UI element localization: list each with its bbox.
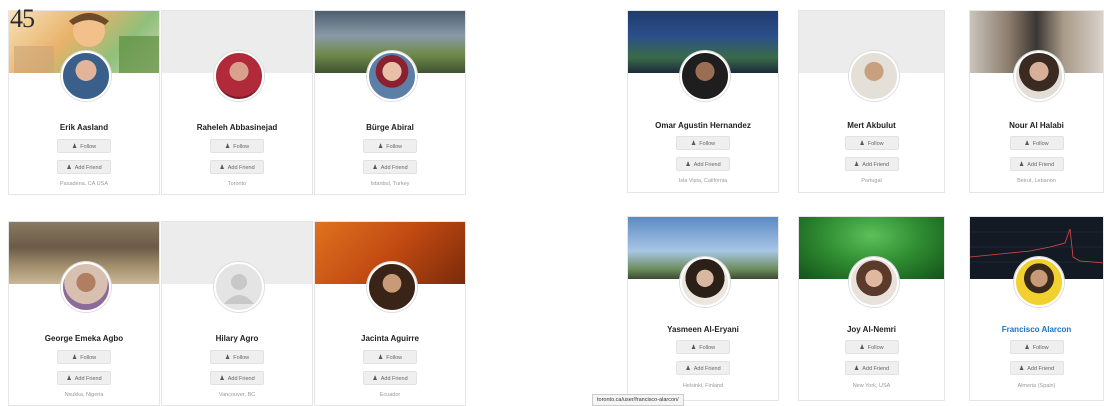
- add-friend-button[interactable]: ♟ Add Friend: [57, 371, 111, 385]
- add-friend-button[interactable]: ♟ Add Friend: [363, 371, 417, 385]
- member-location: Toronto: [227, 181, 247, 187]
- member-card: Erik Aasland ♟ Follow ♟ Add Friend Pasaden…: [8, 10, 160, 195]
- member-name[interactable]: Jacinta Aguirre: [315, 334, 465, 343]
- add-friend-button[interactable]: ♟ Add Friend: [57, 160, 111, 174]
- avatar[interactable]: [367, 51, 417, 101]
- avatar[interactable]: [61, 51, 111, 101]
- member-location: Vancouver, BC: [218, 392, 256, 398]
- user-icon: ♟: [219, 165, 225, 171]
- follow-button[interactable]: ♟ Follow: [844, 340, 899, 354]
- user-icon: ♟: [1024, 345, 1030, 351]
- follow-button[interactable]: ♟ Follow: [1009, 136, 1064, 150]
- member-location: Almeria (Spain): [1017, 383, 1056, 389]
- add-friend-button[interactable]: ♟ Add Friend: [210, 371, 264, 385]
- member-name[interactable]: Nour Al Halabi: [970, 121, 1103, 130]
- member-card: Nour Al Halabi ♟ Follow ♟ Add Friend Beiru…: [969, 10, 1104, 193]
- member-location: Beirut, Lebanon: [1017, 178, 1056, 184]
- member-name[interactable]: Bürge Abiral: [315, 123, 465, 132]
- member-name[interactable]: Mert Akbulut: [799, 121, 944, 130]
- member-location: Portugal: [861, 178, 882, 184]
- user-icon: ♟: [377, 355, 384, 361]
- user-icon: ♟: [224, 144, 231, 150]
- follow-button[interactable]: ♟ Follow: [676, 340, 730, 354]
- add-friend-button[interactable]: ♟ Add Friend: [1009, 361, 1064, 375]
- user-icon: ♟: [853, 162, 860, 168]
- avatar[interactable]: [680, 257, 730, 307]
- user-icon: ♟: [690, 345, 697, 351]
- avatar[interactable]: [848, 257, 899, 307]
- member-card: Mert Akbulut ♟ Follow ♟ Add Friend Portuga…: [798, 10, 945, 193]
- follow-button[interactable]: ♟ Follow: [363, 139, 417, 153]
- user-icon: ♟: [1024, 141, 1030, 147]
- member-card: Hilary Agro ♟ Follow ♟ Add Friend Vancouve…: [161, 221, 313, 406]
- add-friend-button[interactable]: ♟ Add Friend: [844, 361, 899, 375]
- avatar[interactable]: [367, 262, 417, 312]
- member-card: Omar Agustin Hernandez ♟ Follow ♟ Add Frie…: [627, 10, 779, 193]
- default-avatar-icon[interactable]: [214, 262, 264, 312]
- avatar[interactable]: [214, 51, 264, 101]
- member-location: Ecuador: [379, 392, 401, 398]
- member-card: Bürge Abiral ♟ Follow ♟ Add Friend Istanbu…: [314, 10, 466, 195]
- member-name[interactable]: Francisco Alarcon: [970, 325, 1103, 334]
- user-icon: ♟: [372, 376, 378, 382]
- member-location: New York, USA: [852, 383, 891, 389]
- user-icon: ♟: [224, 355, 231, 361]
- member-card: George Emeka Agbo ♟ Follow ♟ Add Friend Ns…: [8, 221, 160, 406]
- member-location: Istanbul, Turkey: [370, 181, 410, 187]
- user-icon: ♟: [372, 165, 378, 171]
- member-location: Pasadena, CA USA: [59, 181, 108, 187]
- user-icon: ♟: [66, 376, 72, 382]
- follow-button[interactable]: ♟ Follow: [844, 136, 899, 150]
- follow-button[interactable]: ♟ Follow: [676, 136, 730, 150]
- add-friend-button[interactable]: ♟ Add Friend: [844, 157, 899, 171]
- member-name[interactable]: Erik Aasland: [9, 123, 159, 132]
- member-card: Francisco Alarcon ♟ Follow ♟ Add Friend Al…: [969, 216, 1104, 401]
- member-card: Raheleh Abbasinejad ♟ Follow ♟ Add Friend …: [161, 10, 313, 195]
- follow-button[interactable]: ♟ Follow: [363, 350, 417, 364]
- avatar[interactable]: [848, 51, 899, 101]
- user-icon: ♟: [219, 376, 225, 382]
- link-preview-status-bar: toronto.ca/user/francisco-alarcon/: [592, 394, 684, 406]
- member-location: Helsinki, Finland: [682, 383, 724, 389]
- user-icon: ♟: [859, 345, 865, 351]
- follow-button[interactable]: ♟ Follow: [57, 139, 111, 153]
- member-location: Isla Vista, California: [678, 178, 728, 184]
- avatar[interactable]: [61, 262, 111, 312]
- user-icon: ♟: [71, 144, 78, 150]
- user-icon: ♟: [685, 162, 691, 168]
- user-icon: ♟: [66, 165, 72, 171]
- user-icon: ♟: [71, 355, 78, 361]
- add-friend-button[interactable]: ♟ Add Friend: [1009, 157, 1064, 171]
- member-card: Jacinta Aguirre ♟ Follow ♟ Add Friend Ecua…: [314, 221, 466, 406]
- add-friend-button[interactable]: ♟ Add Friend: [210, 160, 264, 174]
- follow-button[interactable]: ♟ Follow: [210, 139, 264, 153]
- avatar[interactable]: [1013, 51, 1064, 101]
- follow-button[interactable]: ♟ Follow: [210, 350, 264, 364]
- member-card: Joy Al-Nemri ♟ Follow ♟ Add Friend New Yor…: [798, 216, 945, 401]
- page-number: 45: [10, 4, 35, 33]
- user-icon: ♟: [685, 366, 691, 372]
- follow-button[interactable]: ♟ Follow: [1009, 340, 1064, 354]
- add-friend-button[interactable]: ♟ Add Friend: [363, 160, 417, 174]
- member-name[interactable]: Raheleh Abbasinejad: [162, 123, 312, 132]
- avatar[interactable]: [680, 51, 730, 101]
- user-icon: ♟: [377, 144, 384, 150]
- follow-button[interactable]: ♟ Follow: [57, 350, 111, 364]
- user-icon: ♟: [859, 141, 865, 147]
- member-name[interactable]: Joy Al-Nemri: [799, 325, 944, 334]
- avatar[interactable]: [1013, 257, 1064, 307]
- user-icon: ♟: [1018, 366, 1025, 372]
- add-friend-button[interactable]: ♟ Add Friend: [676, 361, 730, 375]
- member-card: Yasmeen Al-Eryani ♟ Follow ♟ Add Friend He…: [627, 216, 779, 401]
- user-icon: ♟: [690, 141, 697, 147]
- user-icon: ♟: [853, 366, 860, 372]
- member-name[interactable]: George Emeka Agbo: [9, 334, 159, 343]
- add-friend-button[interactable]: ♟ Add Friend: [676, 157, 730, 171]
- user-icon: ♟: [1018, 162, 1025, 168]
- member-name[interactable]: Hilary Agro: [162, 334, 312, 343]
- member-name[interactable]: Omar Agustin Hernandez: [628, 121, 778, 130]
- member-name[interactable]: Yasmeen Al-Eryani: [628, 325, 778, 334]
- member-location: Nsukka, Nigeria: [64, 392, 104, 398]
